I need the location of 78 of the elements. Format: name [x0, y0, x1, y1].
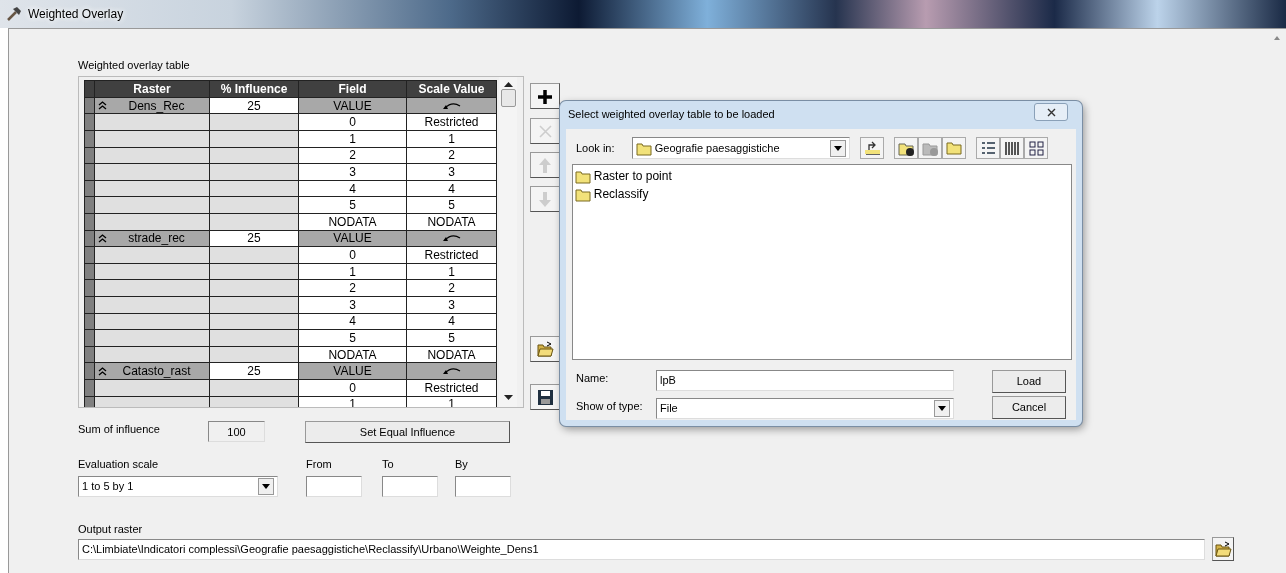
- tool-button[interactable]: [530, 83, 560, 110]
- remove-icon: [536, 122, 554, 140]
- caret-icon: [938, 405, 946, 411]
- collapse-icon[interactable]: [98, 366, 107, 376]
- file-name: Raster to point: [593, 168, 672, 185]
- sum-field: 100: [208, 421, 265, 443]
- close-icon: [1046, 107, 1056, 117]
- toolbar-button[interactable]: [1000, 137, 1024, 159]
- field-label: Evaluation scale: [78, 457, 160, 473]
- arrow-down-icon: [536, 190, 554, 208]
- toolbar-button[interactable]: [1024, 137, 1048, 159]
- input-field[interactable]: [455, 475, 511, 497]
- cancel-button[interactable]: Cancel: [992, 395, 1066, 419]
- column-header[interactable]: Scale Value: [406, 80, 497, 98]
- collapse-icon[interactable]: [98, 233, 107, 243]
- raster-name: strade_rec: [127, 231, 186, 246]
- undo-icon[interactable]: [441, 367, 462, 376]
- browse-button[interactable]: [1212, 537, 1234, 561]
- raster-name: Catasto_rast: [121, 364, 192, 379]
- floppy-icon: [536, 388, 554, 406]
- set-equal-button[interactable]: Set Equal Influence: [305, 421, 510, 444]
- output-raster-field[interactable]: C:\Limbiate\Indicatori complessi\Geografie paesaggistiche\Reclassify\Urbano\Weighte_Dens1: [78, 538, 1205, 560]
- type-dropdown[interactable]: File: [656, 397, 954, 419]
- field-label: From: [306, 457, 333, 473]
- collapse-icon[interactable]: [98, 101, 107, 111]
- list-view-icon: [979, 139, 997, 157]
- scroll-thumb[interactable]: [500, 89, 516, 108]
- table-scrollbar[interactable]: [499, 77, 517, 408]
- folder-up-icon: [863, 139, 881, 157]
- load-button[interactable]: Load: [992, 370, 1066, 393]
- details-view-icon: [1003, 139, 1021, 157]
- input-field[interactable]: [306, 475, 362, 497]
- arrow-up-icon: [536, 156, 554, 174]
- undo-icon[interactable]: [441, 101, 462, 110]
- dropdown-button[interactable]: [830, 139, 846, 157]
- dropdown-value: File: [660, 401, 678, 416]
- add-icon: [536, 87, 554, 105]
- look-in-dropdown[interactable]: Geografie paesaggistiche: [632, 137, 850, 159]
- column-header[interactable]: Field: [298, 80, 407, 98]
- evaluation-scale-dropdown[interactable]: 1 to 5 by 1: [78, 475, 278, 497]
- thumbnails-view-icon: [1027, 139, 1045, 157]
- field-label: Output raster: [78, 521, 144, 537]
- field-label: Look in:: [575, 140, 616, 156]
- tool-button[interactable]: [530, 336, 560, 363]
- hammer-icon: [6, 6, 22, 22]
- caret-icon: [262, 483, 270, 489]
- folder-icon: [575, 186, 591, 202]
- scroll-down-icon[interactable]: [503, 395, 513, 402]
- undo-icon[interactable]: [441, 234, 462, 243]
- folder-icon: [636, 140, 652, 156]
- dropdown-value: Geografie paesaggistiche: [654, 140, 780, 156]
- raster-name: Dens_Rec: [127, 98, 186, 113]
- section-label: Weighted overlay table: [78, 58, 191, 73]
- column-header[interactable]: Raster: [94, 80, 210, 98]
- file-name: Reclassify: [593, 186, 649, 203]
- file-item[interactable]: Reclassify: [575, 185, 1069, 203]
- field-label: Name:: [575, 371, 610, 386]
- file-item[interactable]: Raster to point: [575, 167, 1069, 185]
- window-title: Weighted Overlay: [28, 6, 124, 23]
- field-label: By: [455, 457, 469, 473]
- dropdown-button[interactable]: [258, 477, 274, 495]
- name-field[interactable]: lpB: [656, 370, 954, 391]
- folder-icon: [575, 168, 591, 184]
- input-field[interactable]: [382, 475, 438, 497]
- field-label: To: [382, 457, 395, 473]
- field-label: Sum of influence: [78, 422, 161, 438]
- caret-icon: [834, 145, 842, 151]
- column-header[interactable]: % Influence: [209, 80, 299, 98]
- close-button[interactable]: [1034, 103, 1068, 121]
- new-folder-icon: [945, 139, 963, 157]
- folder-open-icon: [536, 340, 554, 358]
- folder-open-icon: [1214, 540, 1232, 558]
- dropdown-value: 1 to 5 by 1: [82, 478, 134, 494]
- dropdown-button[interactable]: [934, 399, 950, 417]
- dialog-title: Select weighted overlay table to be loaded: [568, 107, 775, 122]
- field-label: Show of type:: [575, 398, 644, 414]
- tool-button[interactable]: [530, 384, 560, 411]
- toolbar-button[interactable]: [894, 137, 918, 159]
